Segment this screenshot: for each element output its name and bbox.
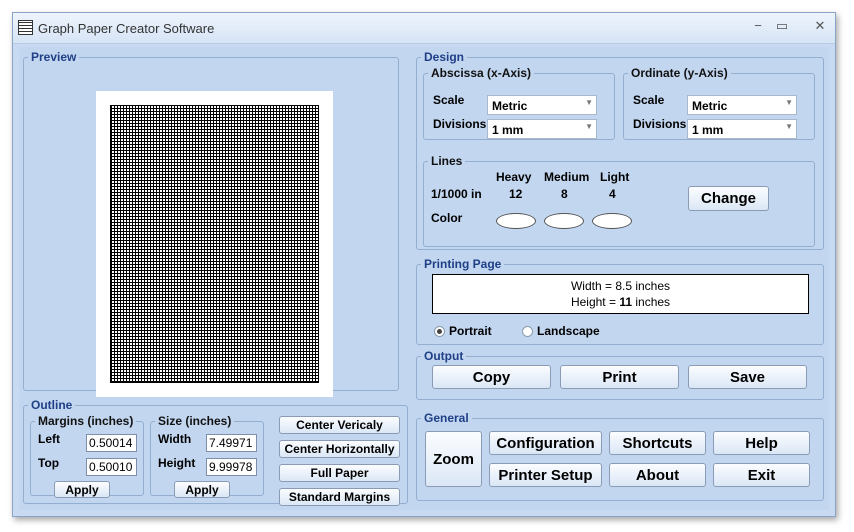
page-width-value: 8.5 [615,279,632,293]
preview-legend: Preview [31,50,77,64]
page-height-prefix: Height = [570,295,620,309]
exit-button[interactable]: Exit [713,463,810,487]
copy-button[interactable]: Copy [432,365,551,389]
size-width-input[interactable]: 7.49971 [206,434,257,452]
page-height-suffix: inches [632,295,671,309]
size-apply-button[interactable]: Apply [174,481,230,498]
light-color-swatch[interactable] [592,213,632,229]
output-legend: Output [424,349,464,363]
general-legend: General [424,411,469,425]
ordinate-divisions-label: Divisions [633,117,687,131]
design-group: Design Abscissa (x-Axis) Scale Metric ▼ … [416,50,824,250]
standard-margins-button[interactable]: Standard Margins [279,488,400,506]
printing-page-group: Printing Page Width = 8.5 inches Height … [416,257,824,345]
center-horizontally-button[interactable]: Center Horizontally [279,440,400,458]
preview-grid [110,105,319,383]
heavy-color-swatch[interactable] [496,213,536,229]
design-legend: Design [424,50,465,64]
full-paper-button[interactable]: Full Paper [279,464,400,482]
chevron-down-icon: ▼ [585,98,593,107]
change-button[interactable]: Change [688,186,769,211]
ordinate-scale-value: Metric [692,99,728,113]
margin-left-input[interactable]: 0.50014 [86,434,137,452]
page-height-line: Height = 11 inches [433,295,808,309]
page-height-value: 11 [619,295,633,309]
margin-left-label: Left [38,432,60,446]
abscissa-divisions-label: Divisions [433,117,487,131]
heavy-label: Heavy [496,170,532,184]
configuration-button[interactable]: Configuration [489,431,602,455]
printer-setup-button[interactable]: Printer Setup [489,463,602,487]
ordinate-scale-select[interactable]: Metric ▼ [687,95,797,115]
medium-width-value: 8 [561,187,568,201]
ordinate-divisions-select[interactable]: 1 mm ▼ [687,119,797,139]
margin-top-label: Top [38,456,60,470]
abscissa-divisions-value: 1 mm [492,123,524,137]
shortcuts-button[interactable]: Shortcuts [609,431,706,455]
size-height-input[interactable]: 9.99978 [206,458,257,476]
printing-page-legend: Printing Page [424,257,502,271]
abscissa-scale-select[interactable]: Metric ▼ [487,95,597,115]
size-legend: Size (inches) [158,414,232,428]
zoom-button[interactable]: Zoom [425,431,482,487]
ordinate-group: Ordinate (y-Axis) Scale Metric ▼ Divisio… [623,66,815,140]
size-group: Size (inches) Width 7.49971 Height 9.999… [150,414,264,498]
margins-legend: Margins (inches) [38,414,134,428]
light-width-value: 4 [609,187,616,201]
medium-color-swatch[interactable] [544,213,584,229]
chevron-down-icon: ▼ [585,122,593,131]
about-button[interactable]: About [609,463,706,487]
output-group: Output Copy Print Save [416,349,824,400]
outline-legend: Outline [31,398,73,412]
page-size-display: Width = 8.5 inches Height = 11 inches [432,274,809,314]
abscissa-scale-value: Metric [492,99,528,113]
window-title: Graph Paper Creator Software [38,21,215,36]
abscissa-group: Abscissa (x-Axis) Scale Metric ▼ Divisio… [423,66,615,140]
margins-group: Margins (inches) Left 0.50014 Top 0.5001… [30,414,144,498]
page-width-suffix: inches [632,279,671,293]
page-width-line: Width = 8.5 inches [433,279,808,293]
portrait-radio[interactable] [434,326,445,337]
portrait-label: Portrait [449,324,492,338]
preview-paper [96,91,333,397]
minimize-icon[interactable]: − [747,17,769,35]
maximize-icon[interactable]: ▭ [771,17,793,35]
line-color-label: Color [431,211,463,225]
ordinate-legend: Ordinate (y-Axis) [631,66,728,80]
app-window: Graph Paper Creator Software − ▭ ✕ Previ… [12,12,836,517]
save-button[interactable]: Save [688,365,807,389]
main-content: Preview Design Abscissa (x-Axis) Scale M… [19,47,829,510]
ordinate-scale-label: Scale [633,93,665,107]
abscissa-divisions-select[interactable]: 1 mm ▼ [487,119,597,139]
page-width-prefix: Width = [570,279,616,293]
size-width-label: Width [158,432,192,446]
print-button[interactable]: Print [560,365,679,389]
abscissa-scale-label: Scale [433,93,465,107]
lines-group: Lines Heavy Medium Light 1/1000 in 12 8 … [423,154,815,247]
heavy-width-value: 12 [509,187,523,201]
chevron-down-icon: ▼ [785,122,793,131]
preview-group: Preview [23,50,399,397]
center-vertically-button[interactable]: Center Vericaly [279,416,400,434]
outline-group: Outline Margins (inches) Left 0.50014 To… [23,398,408,506]
graph-paper-app-icon [18,20,33,35]
general-group: General Zoom Configuration Shortcuts Hel… [416,411,824,501]
close-icon[interactable]: ✕ [809,17,831,35]
landscape-radio[interactable] [522,326,533,337]
size-height-label: Height [158,456,196,470]
lines-legend: Lines [431,154,463,168]
title-bar: Graph Paper Creator Software − ▭ ✕ [13,13,835,44]
medium-label: Medium [544,170,590,184]
landscape-label: Landscape [537,324,600,338]
margins-apply-button[interactable]: Apply [54,481,110,498]
help-button[interactable]: Help [713,431,810,455]
ordinate-divisions-value: 1 mm [692,123,724,137]
light-label: Light [600,170,630,184]
line-width-unit-label: 1/1000 in [431,187,482,201]
chevron-down-icon: ▼ [785,98,793,107]
abscissa-legend: Abscissa (x-Axis) [431,66,532,80]
margin-top-input[interactable]: 0.50010 [86,458,137,476]
